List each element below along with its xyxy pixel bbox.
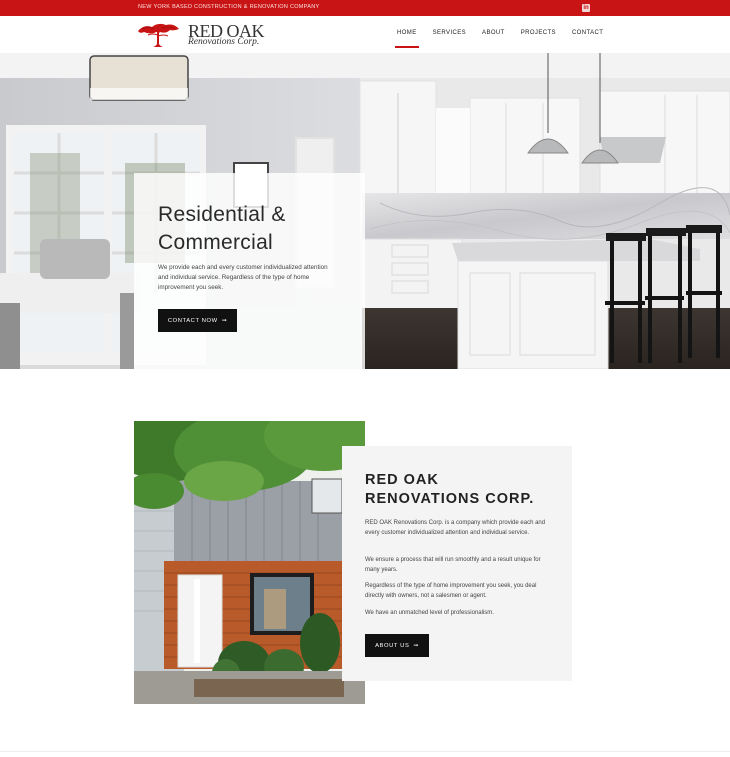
linkedin-icon[interactable]: in (582, 4, 590, 12)
hero-banner (0, 53, 730, 369)
about-paragraph-2: We ensure a process that will run smooth… (365, 557, 541, 573)
hero-title-line-1: Residential & (158, 203, 286, 226)
hero-description: We provide each and every customer indiv… (158, 264, 328, 291)
about-title-line-2: RENOVATIONS CORP. (365, 491, 535, 507)
site-header: RED OAK Renovations Corp. HOME SERVICES … (0, 16, 730, 53)
house-exterior-photo (134, 421, 365, 704)
red-oak-tree-icon (138, 23, 179, 47)
arrow-right-icon: ➞ (413, 642, 419, 649)
house-exterior-image (134, 421, 365, 704)
section-divider (0, 751, 730, 752)
top-bar: NEW YORK BASED CONSTRUCTION & RENOVATION… (0, 0, 730, 16)
hero-title: Residential & Commercial (158, 201, 286, 257)
about-title-line-1: RED OAK (365, 472, 439, 488)
brand-subtitle: Renovations Corp. (188, 37, 260, 47)
nav-contact[interactable]: CONTACT (564, 29, 611, 49)
about-paragraph-3: Regardless of the type of home improveme… (365, 583, 537, 599)
nav-projects[interactable]: PROJECTS (513, 29, 564, 49)
about-paragraph-4: We have an unmatched level of profession… (365, 610, 494, 616)
nav-services[interactable]: SERVICES (425, 29, 474, 49)
about-title: RED OAK RENOVATIONS CORP. (365, 471, 565, 509)
contact-now-button[interactable]: CONTACT NOW ➞ (158, 309, 237, 332)
about-us-label: ABOUT US (375, 642, 410, 649)
nav-home[interactable]: HOME (389, 29, 425, 49)
kitchen-hero-image (0, 53, 730, 369)
logo[interactable]: RED OAK Renovations Corp. (136, 20, 266, 50)
company-tagline: NEW YORK BASED CONSTRUCTION & RENOVATION… (138, 4, 320, 10)
about-paragraph-1: RED OAK Renovations Corp. is a company w… (365, 520, 546, 536)
main-nav: HOME SERVICES ABOUT PROJECTS CONTACT (389, 29, 611, 49)
nav-about[interactable]: ABOUT (474, 29, 513, 49)
contact-now-label: CONTACT NOW (167, 317, 218, 324)
arrow-right-icon: ➞ (221, 317, 228, 324)
about-us-button[interactable]: ABOUT US ➞ (365, 634, 429, 657)
hero-title-line-2: Commercial (158, 231, 274, 254)
